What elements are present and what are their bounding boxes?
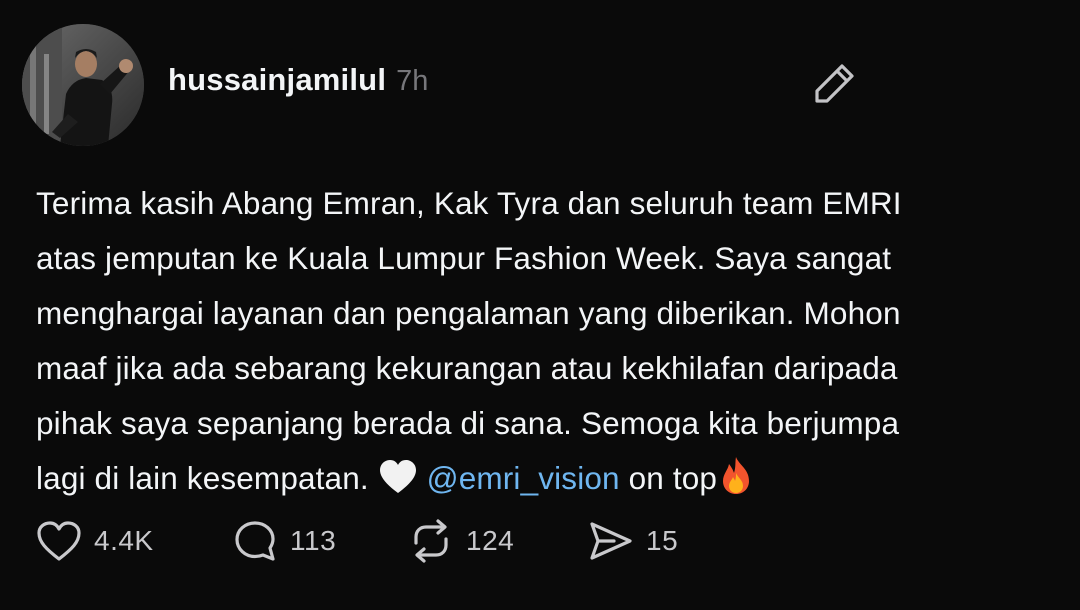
share-count: 15 xyxy=(646,525,679,556)
username[interactable]: hussainjamilul xyxy=(168,62,386,98)
repost-count: 124 xyxy=(466,525,515,556)
post-text-segment: on top xyxy=(619,460,718,496)
heart-icon xyxy=(37,521,81,561)
post-text-line: pihak saya sepanjang berada di sana. Sem… xyxy=(36,405,900,441)
profile-photo xyxy=(22,24,144,146)
repost-button[interactable]: 124 xyxy=(408,518,514,564)
post-header: hussainjamilul 7h xyxy=(168,62,428,102)
post-text-line: atas jemputan ke Kuala Lumpur Fashion We… xyxy=(36,240,892,276)
post-text-line: menghargai layanan dan pengalaman yang d… xyxy=(36,295,901,331)
like-button[interactable]: 4.4K xyxy=(36,518,154,564)
post-text-line-last: lagi di lain kesempatan. @emri_vision on… xyxy=(36,451,1056,512)
like-count: 4.4K xyxy=(94,525,154,556)
post-text-line: Terima kasih Abang Emran, Kak Tyra dan s… xyxy=(36,185,902,221)
post-text-line: maaf jika ada sebarang kekurangan atau k… xyxy=(36,350,898,386)
send-icon xyxy=(590,522,632,560)
post-body: Terima kasih Abang Emran, Kak Tyra dan s… xyxy=(36,176,1056,512)
share-button[interactable]: 15 xyxy=(588,518,678,564)
comment-icon xyxy=(235,521,275,561)
white-heart-emoji xyxy=(378,457,418,512)
pencil-icon xyxy=(815,64,854,103)
post-text-segment: lagi di lain kesempatan. xyxy=(36,460,378,496)
comment-count: 113 xyxy=(290,525,337,556)
action-bar: 4.4K 113 124 15 xyxy=(36,518,1056,564)
edit-button[interactable] xyxy=(812,60,858,106)
repost-icon xyxy=(414,519,448,563)
mention-link[interactable]: @emri_vision xyxy=(427,460,620,496)
timestamp: 7h xyxy=(396,65,429,97)
avatar[interactable] xyxy=(22,24,144,146)
fire-emoji xyxy=(717,455,755,512)
comment-button[interactable]: 113 xyxy=(232,518,336,564)
